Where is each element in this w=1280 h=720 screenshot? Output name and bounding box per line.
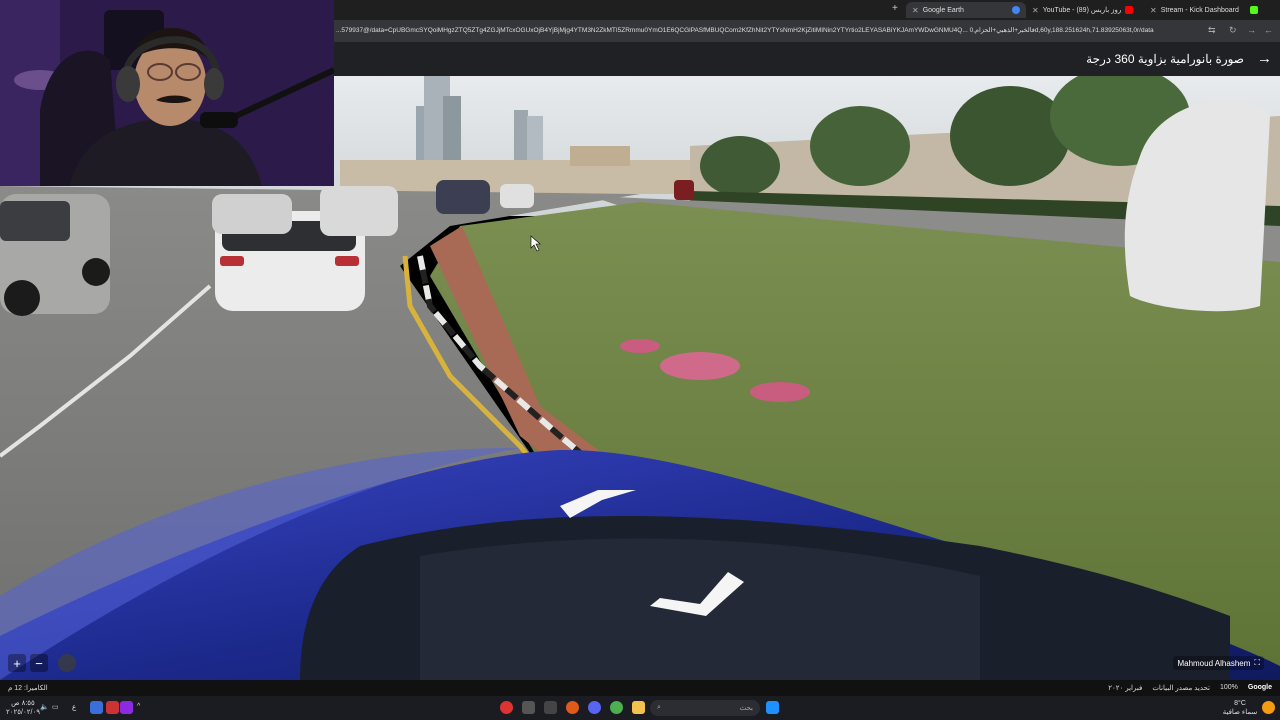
taskbar-clock[interactable]: ٨:٥٥ ص ٢٠٢٥/٠٢/٠٩	[6, 699, 40, 717]
windows-taskbar: ٨:٥٥ ص ٢٠٢٥/٠٢/٠٩ 🔈 ▭ ع ^ بحث ⌕ 8°C سماء…	[0, 696, 1280, 720]
new-tab-button[interactable]: +	[892, 3, 898, 14]
tab-google-earth[interactable]: ✕ Google Earth	[906, 2, 1026, 18]
language-indicator[interactable]: ع	[72, 703, 76, 712]
forward-icon[interactable]: →	[1247, 25, 1256, 35]
search-icon: ⌕	[657, 704, 661, 711]
zoom-controls: + −	[8, 654, 76, 672]
earth-status-bar: الكاميرا: 12 م فبراير ٢٠٢٠ تحديد مصدر ال…	[0, 680, 1280, 696]
tab-kick[interactable]: ✕ Stream - Kick Dashboard	[1144, 2, 1264, 18]
page-title: صورة بانورامية بزاوية 360 درجة	[1086, 52, 1244, 66]
speaker-icon[interactable]: 🔈	[40, 703, 49, 712]
zoom-in-button[interactable]: +	[8, 654, 26, 672]
close-tab-icon[interactable]: ✕	[1032, 6, 1039, 15]
app-icon-2[interactable]	[522, 701, 535, 714]
discord-icon[interactable]	[588, 701, 601, 714]
photo-author[interactable]: Mahmoud Alhashem ⛶	[1173, 656, 1264, 670]
street-view-header: صورة بانورامية بزاوية 360 درجة →	[334, 42, 1280, 76]
weather-sun-icon	[1262, 701, 1275, 714]
windows-start-icon[interactable]	[766, 701, 779, 714]
streamer-webcam-image	[0, 0, 334, 186]
author-name[interactable]: Mahmoud Alhashem	[1177, 659, 1250, 668]
screen: + ✕ Google Earth ✕ YouTube - روز باريس (…	[0, 0, 1280, 720]
taskbar-search[interactable]: بحث ⌕	[650, 700, 760, 716]
chrome-icon[interactable]	[610, 701, 623, 714]
tab-label: YouTube - روز باريس (89)	[1042, 7, 1122, 14]
obs-icon[interactable]	[566, 701, 579, 714]
back-icon[interactable]: ←	[1264, 25, 1273, 35]
data-attribution-link[interactable]: تحديد مصدر البيانات	[1152, 684, 1210, 692]
app-icon-1[interactable]	[500, 701, 513, 714]
file-explorer-icon[interactable]	[632, 701, 645, 714]
network-icon[interactable]: ▭	[52, 703, 59, 712]
mic-icon[interactable]	[90, 701, 103, 714]
tab-label: Google Earth	[922, 6, 964, 14]
zoom-level: 100%	[1219, 684, 1238, 691]
tab-label: Stream - Kick Dashboard	[1160, 6, 1239, 14]
tune-icon[interactable]: ⇆	[1208, 25, 1216, 36]
app-icon-3[interactable]	[544, 701, 557, 714]
search-placeholder: بحث	[739, 705, 753, 712]
compass-icon[interactable]	[58, 654, 76, 672]
camera-altitude: الكاميرا: 12 م	[8, 685, 48, 692]
discord-tray-icon[interactable]	[120, 701, 133, 714]
tab-youtube[interactable]: ✕ YouTube - روز باريس (89)	[1026, 2, 1144, 18]
tray-app-icon[interactable]	[106, 701, 119, 714]
google-earth-icon	[1012, 6, 1020, 14]
weather-widget[interactable]: 8°C سماء صافية	[1220, 699, 1260, 717]
close-tab-icon[interactable]: ✕	[912, 6, 919, 15]
reload-icon[interactable]: ↻	[1229, 25, 1237, 36]
url-text[interactable]: ...579937@/data=CpUBGmcSYQoiMHgzZTQ5ZTg4…	[336, 26, 1206, 34]
zoom-out-button[interactable]: −	[30, 654, 48, 672]
imagery-date: فبراير ٢٠٢٠	[1108, 685, 1143, 692]
close-tab-icon[interactable]: ✕	[1150, 6, 1157, 15]
youtube-icon	[1125, 6, 1134, 14]
google-logo: Google	[1247, 684, 1272, 691]
status-right: فبراير ٢٠٢٠ تحديد مصدر البيانات 100% Goo…	[1108, 684, 1272, 692]
webcam-overlay	[0, 0, 334, 186]
person-icon: ⛶	[1254, 658, 1260, 667]
kick-icon	[1250, 6, 1258, 14]
chevron-up-icon[interactable]: ^	[137, 702, 140, 711]
arrow-right-icon[interactable]: →	[1257, 50, 1272, 67]
